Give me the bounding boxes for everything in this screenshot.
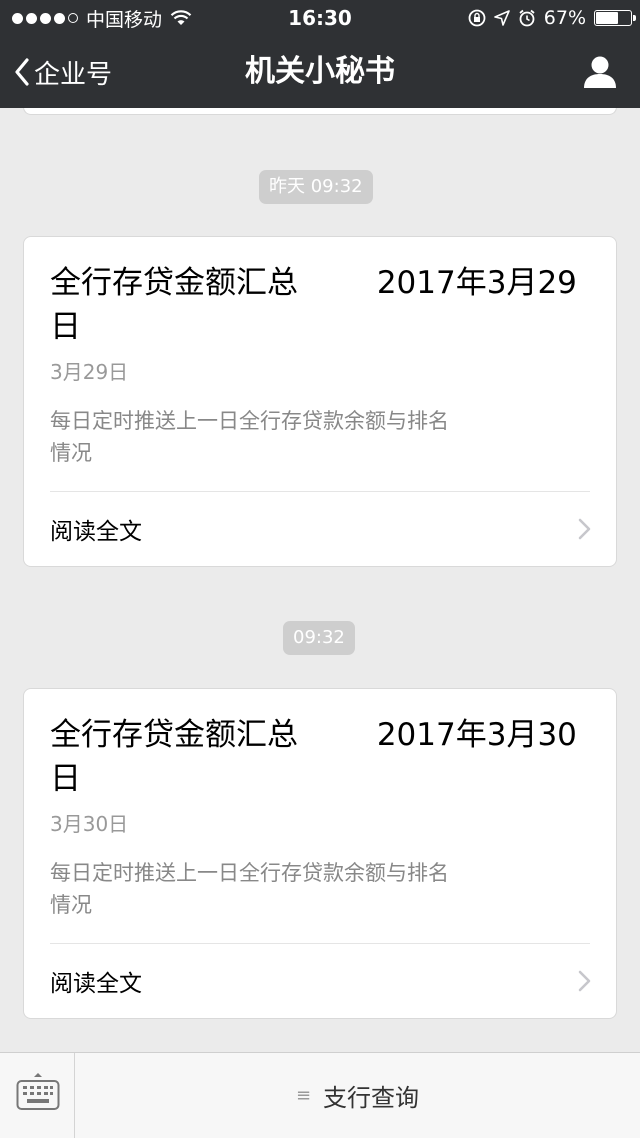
status-bar: 中国移动 16:30 67%: [0, 0, 640, 36]
message-list: 昨天 09:32 全行存贷金额汇总 2017年3月29日 3月29日 每日定时推…: [0, 108, 640, 1052]
battery-percent: 67%: [543, 7, 586, 29]
location-icon: [493, 10, 510, 26]
read-full-text-label: 阅读全文: [50, 519, 142, 545]
keyboard-icon: [16, 1073, 60, 1110]
chevron-right-icon: [578, 970, 591, 992]
menu-lines-icon: ≡: [295, 1085, 312, 1106]
message-timestamp: 09:32: [283, 621, 355, 655]
status-right: 67%: [468, 0, 636, 36]
orientation-lock-icon: [468, 9, 486, 27]
chevron-right-icon: [578, 518, 591, 540]
keyboard-toggle-button[interactable]: [0, 1053, 75, 1138]
article-date: 3月30日: [50, 812, 129, 836]
bottom-menu-bar: ≡ 支行查询: [0, 1052, 640, 1138]
article-title: 全行存贷金额汇总 2017年3月29日: [50, 265, 577, 345]
menu-button-branch-query[interactable]: ≡ 支行查询: [75, 1053, 640, 1138]
back-button[interactable]: 企业号: [14, 36, 112, 108]
read-full-text-label: 阅读全文: [50, 971, 142, 997]
profile-icon[interactable]: [582, 55, 618, 89]
article-card[interactable]: 全行存贷金额汇总 2017年3月30日 3月30日 每日定时推送上一日全行存贷款…: [23, 688, 617, 1019]
article-summary: 每日定时推送上一日全行存贷款余额与排名情况: [50, 861, 449, 917]
battery-icon: [594, 10, 636, 26]
previous-message-card[interactable]: [23, 108, 617, 115]
menu-button-label: 支行查询: [323, 1084, 420, 1112]
back-label: 企业号: [34, 59, 113, 90]
article-date: 3月29日: [50, 360, 129, 384]
chevron-left-icon: [15, 58, 29, 86]
article-title: 全行存贷金额汇总 2017年3月30日: [50, 717, 577, 797]
article-card[interactable]: 全行存贷金额汇总 2017年3月29日 3月29日 每日定时推送上一日全行存贷款…: [23, 236, 617, 567]
read-full-text-link[interactable]: 阅读全文: [24, 944, 616, 1018]
navigation-bar: 企业号 机关小秘书: [0, 36, 640, 108]
read-full-text-link[interactable]: 阅读全文: [24, 492, 616, 566]
article-summary: 每日定时推送上一日全行存贷款余额与排名情况: [50, 409, 449, 465]
alarm-icon: [519, 9, 535, 27]
message-timestamp: 昨天 09:32: [259, 170, 373, 204]
